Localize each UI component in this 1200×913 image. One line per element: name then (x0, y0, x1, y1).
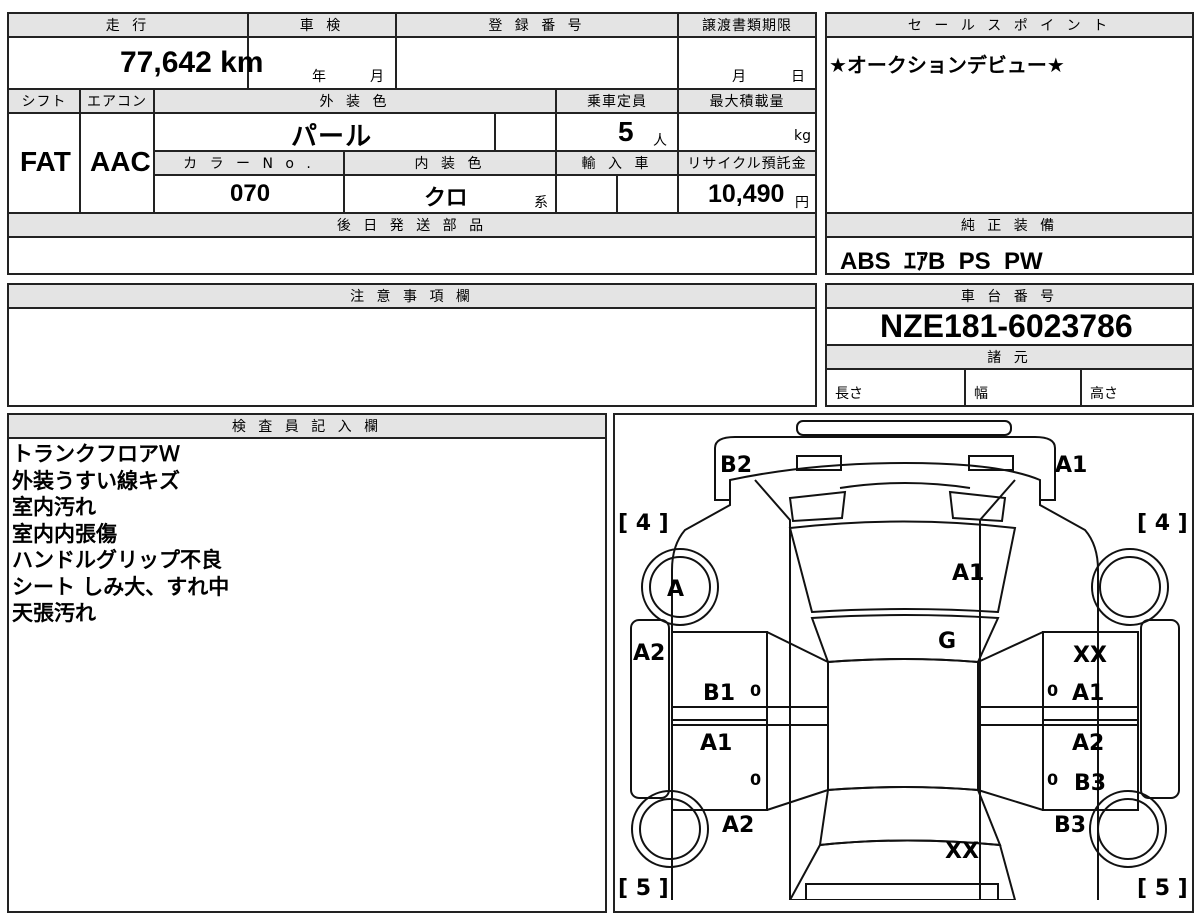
rear-bumper-left-grade: B2 (720, 453, 752, 478)
rear-wiper (839, 482, 971, 489)
right-rear-door-mark: 0 (1047, 681, 1058, 700)
rear-bumper-shape (714, 436, 1056, 501)
windshield-shape (818, 786, 1002, 847)
left-rear-door-grade: B1 (703, 681, 735, 706)
right-front-door-top-grade: A2 (1072, 731, 1104, 756)
roof-shape (827, 658, 979, 792)
right-rear-door-grade: A1 (1072, 681, 1104, 706)
hood-shape (788, 839, 1017, 900)
left-front-door-mark: 0 (750, 770, 761, 789)
wheel-front-right (1089, 790, 1167, 868)
rear-window-right (948, 490, 1007, 523)
hood-grade: XX (945, 839, 979, 864)
left-quarter-grade: A2 (633, 641, 665, 666)
tire-front-right-grade: [ 5 ] (1137, 876, 1188, 900)
tire-rear-right-grade: [ 4 ] (1137, 511, 1188, 536)
rear-bumper-right-grade: A1 (1055, 453, 1087, 478)
trunk-grade: A1 (952, 561, 984, 586)
rear-glass-grade: G (938, 629, 956, 654)
rear-glass-shape (810, 614, 1000, 664)
left-front-door-grade: A1 (700, 731, 732, 756)
wheel-rear-right (1091, 548, 1169, 626)
rear-spoiler-shape (796, 420, 1012, 436)
right-front-door-mark: 0 (1047, 770, 1058, 789)
tire-rear-left-grade: [ 4 ] (618, 511, 669, 536)
right-front-door-grade: B3 (1074, 771, 1106, 796)
front-grille-shape (805, 883, 999, 900)
right-front-fender-grade: B3 (1054, 813, 1086, 838)
rear-left-wheel-grade: A (667, 577, 684, 602)
left-rear-door-mark: 0 (750, 681, 761, 700)
car-diagram: [ 4 ] [ 4 ] [ 5 ] [ 5 ] B2 A1 A1 G A A2 … (618, 420, 1188, 900)
right-side-skirt (1140, 619, 1180, 799)
right-quarter-grade: XX (1073, 643, 1107, 668)
rear-window-left (788, 490, 847, 523)
left-front-fender-grade: A2 (722, 813, 754, 838)
tire-front-left-grade: [ 5 ] (618, 876, 669, 900)
wheel-front-left (631, 790, 709, 868)
